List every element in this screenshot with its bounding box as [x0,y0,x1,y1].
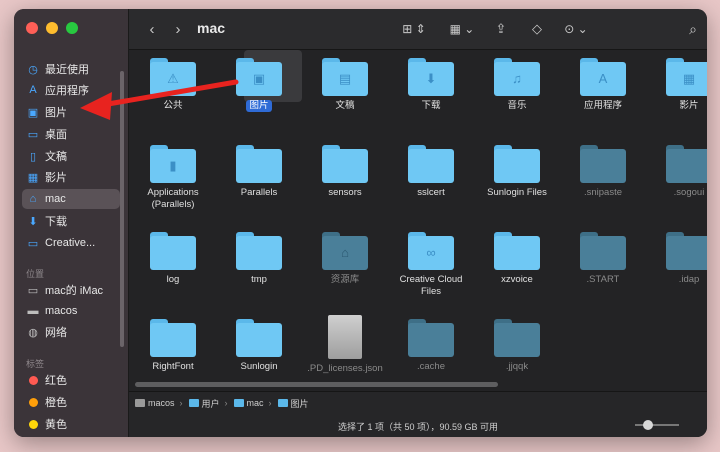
arrow-head [80,92,112,120]
annotation-arrow [80,79,239,120]
arrow-shaft [105,79,239,107]
